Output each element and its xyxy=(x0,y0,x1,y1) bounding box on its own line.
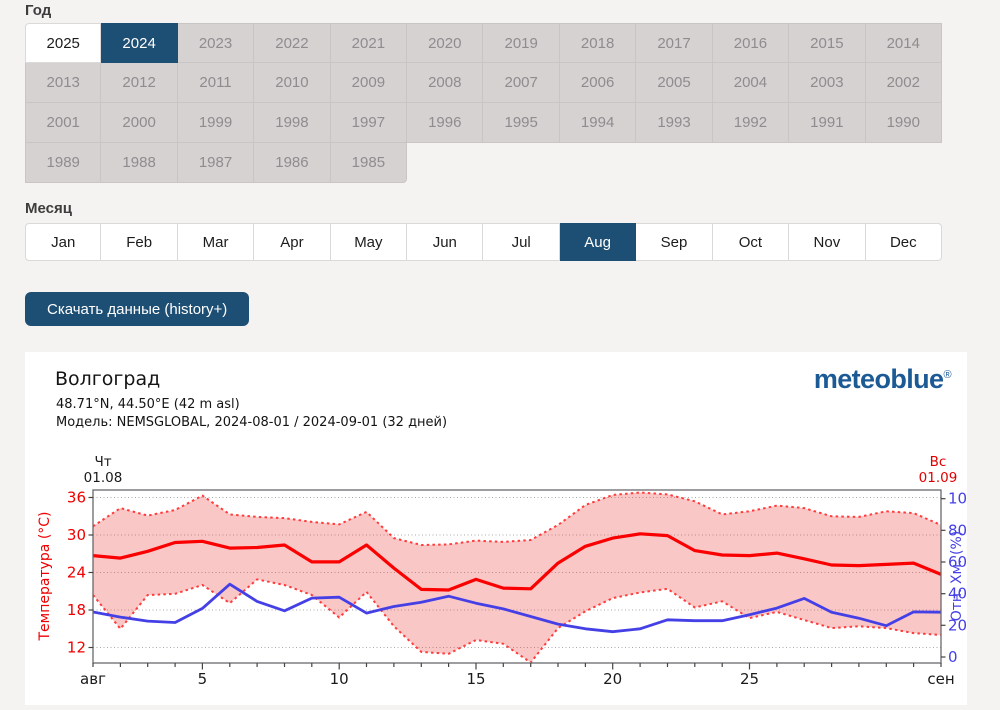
right-axis-tick-label: 100 xyxy=(948,490,967,508)
x-axis-start-label: авг xyxy=(80,670,106,688)
month-section-label: Месяц xyxy=(25,200,72,217)
year-button-1991[interactable]: 1991 xyxy=(789,103,866,143)
left-axis-tick-label: 12 xyxy=(67,639,86,657)
month-button-jun[interactable]: Jun xyxy=(407,223,484,261)
year-button-2016[interactable]: 2016 xyxy=(712,23,790,63)
year-button-2001[interactable]: 2001 xyxy=(25,103,102,143)
year-button-1986[interactable]: 1986 xyxy=(254,143,331,183)
start-weekday-label: Чт xyxy=(94,454,111,470)
x-axis-tick-label: 25 xyxy=(740,670,759,688)
left-axis-tick-label: 24 xyxy=(67,564,86,582)
x-axis-tick-label: 10 xyxy=(330,670,349,688)
year-button-2010[interactable]: 2010 xyxy=(254,63,331,103)
year-button-1985[interactable]: 1985 xyxy=(330,143,408,183)
month-row: Jan Feb Mar Apr May Jun Jul Aug Sep Oct Nov Dec xyxy=(25,223,942,261)
year-button-2003[interactable]: 2003 xyxy=(789,63,866,103)
chart-plot-area: 3630241812100806040200510152025авгсенЧт0… xyxy=(25,452,977,705)
year-button-2020[interactable]: 2020 xyxy=(407,23,484,63)
year-button-2017[interactable]: 2017 xyxy=(636,23,713,63)
x-axis-tick-label: 5 xyxy=(198,670,208,688)
chart-model-info: Модель: NEMSGLOBAL, 2024-08-01 / 2024-09… xyxy=(56,415,448,430)
month-button-mar[interactable]: Mar xyxy=(177,223,255,261)
month-button-may[interactable]: May xyxy=(330,223,408,261)
year-button-2015[interactable]: 2015 xyxy=(789,23,866,63)
year-button-1992[interactable]: 1992 xyxy=(712,103,790,143)
left-axis-tick-label: 36 xyxy=(67,489,86,507)
year-button-2000[interactable]: 2000 xyxy=(101,103,178,143)
year-button-2008[interactable]: 2008 xyxy=(407,63,484,103)
year-button-2023[interactable]: 2023 xyxy=(177,23,255,63)
chart-coordinates: 48.71°N, 44.50°E (42 m asl) xyxy=(56,397,240,412)
year-button-2004[interactable]: 2004 xyxy=(712,63,790,103)
x-axis-tick-label: 20 xyxy=(603,670,622,688)
year-button-2011[interactable]: 2011 xyxy=(177,63,255,103)
year-button-2022[interactable]: 2022 xyxy=(254,23,331,63)
year-button-2005[interactable]: 2005 xyxy=(636,63,713,103)
month-button-jan[interactable]: Jan xyxy=(25,223,102,261)
month-button-oct[interactable]: Oct xyxy=(712,223,790,261)
year-button-1990[interactable]: 1990 xyxy=(865,103,942,143)
year-button-2024[interactable]: 2024 xyxy=(101,23,178,63)
year-button-1989[interactable]: 1989 xyxy=(25,143,102,183)
month-button-feb[interactable]: Feb xyxy=(101,223,178,261)
year-button-2012[interactable]: 2012 xyxy=(101,63,178,103)
year-button-1995[interactable]: 1995 xyxy=(483,103,560,143)
year-button-2013[interactable]: 2013 xyxy=(25,63,102,103)
year-button-1987[interactable]: 1987 xyxy=(177,143,255,183)
month-button-aug[interactable]: Aug xyxy=(559,223,637,261)
month-button-dec[interactable]: Dec xyxy=(865,223,942,261)
year-button-1997[interactable]: 1997 xyxy=(330,103,408,143)
year-button-1994[interactable]: 1994 xyxy=(559,103,637,143)
year-button-1999[interactable]: 1999 xyxy=(177,103,255,143)
year-button-1988[interactable]: 1988 xyxy=(101,143,178,183)
year-button-2025[interactable]: 2025 xyxy=(25,23,102,63)
start-date-label: 01.08 xyxy=(84,470,123,486)
x-axis-end-label: сен xyxy=(927,670,954,688)
month-button-nov[interactable]: Nov xyxy=(789,223,866,261)
year-button-1993[interactable]: 1993 xyxy=(636,103,713,143)
meteoblue-logo: meteoblue® xyxy=(813,364,952,395)
registered-mark-icon: ® xyxy=(943,369,951,381)
month-button-apr[interactable]: Apr xyxy=(254,223,331,261)
year-button-2006[interactable]: 2006 xyxy=(559,63,637,103)
left-axis-tick-label: 30 xyxy=(67,526,86,544)
download-data-button[interactable]: Скачать данные (history+) xyxy=(25,292,250,326)
month-button-jul[interactable]: Jul xyxy=(483,223,560,261)
right-axis-tick-label: 0 xyxy=(948,648,958,666)
left-axis-tick-label: 18 xyxy=(67,601,86,619)
x-axis-tick-label: 15 xyxy=(466,670,485,688)
logo-text: meteoblue xyxy=(813,364,944,394)
year-button-1996[interactable]: 1996 xyxy=(407,103,484,143)
year-section-label: Год xyxy=(25,2,52,19)
end-weekday-label: Вс xyxy=(930,454,947,470)
chart-location-title: Волгоград xyxy=(55,368,161,390)
right-axis-title: Отн. Хм. (%) xyxy=(949,531,965,622)
year-button-2007[interactable]: 2007 xyxy=(483,63,560,103)
year-grid: 2025 2024 2023 2022 2021 2020 2019 2018 2017 2016… xyxy=(25,23,942,183)
weather-chart-card: Волгоград 48.71°N, 44.50°E (42 m asl) Мо… xyxy=(25,352,977,705)
year-button-2021[interactable]: 2021 xyxy=(330,23,408,63)
year-button-2002[interactable]: 2002 xyxy=(865,63,942,103)
left-axis-title: Температура (°C) xyxy=(37,511,53,641)
year-button-2009[interactable]: 2009 xyxy=(330,63,408,103)
end-date-label: 01.09 xyxy=(919,470,958,486)
year-button-1998[interactable]: 1998 xyxy=(254,103,331,143)
weather-chart-svg: 3630241812100806040200510152025авгсенЧт0… xyxy=(37,454,977,688)
year-button-2019[interactable]: 2019 xyxy=(483,23,560,63)
month-button-sep[interactable]: Sep xyxy=(636,223,713,261)
year-button-2018[interactable]: 2018 xyxy=(559,23,637,63)
year-button-2014[interactable]: 2014 xyxy=(865,23,942,63)
